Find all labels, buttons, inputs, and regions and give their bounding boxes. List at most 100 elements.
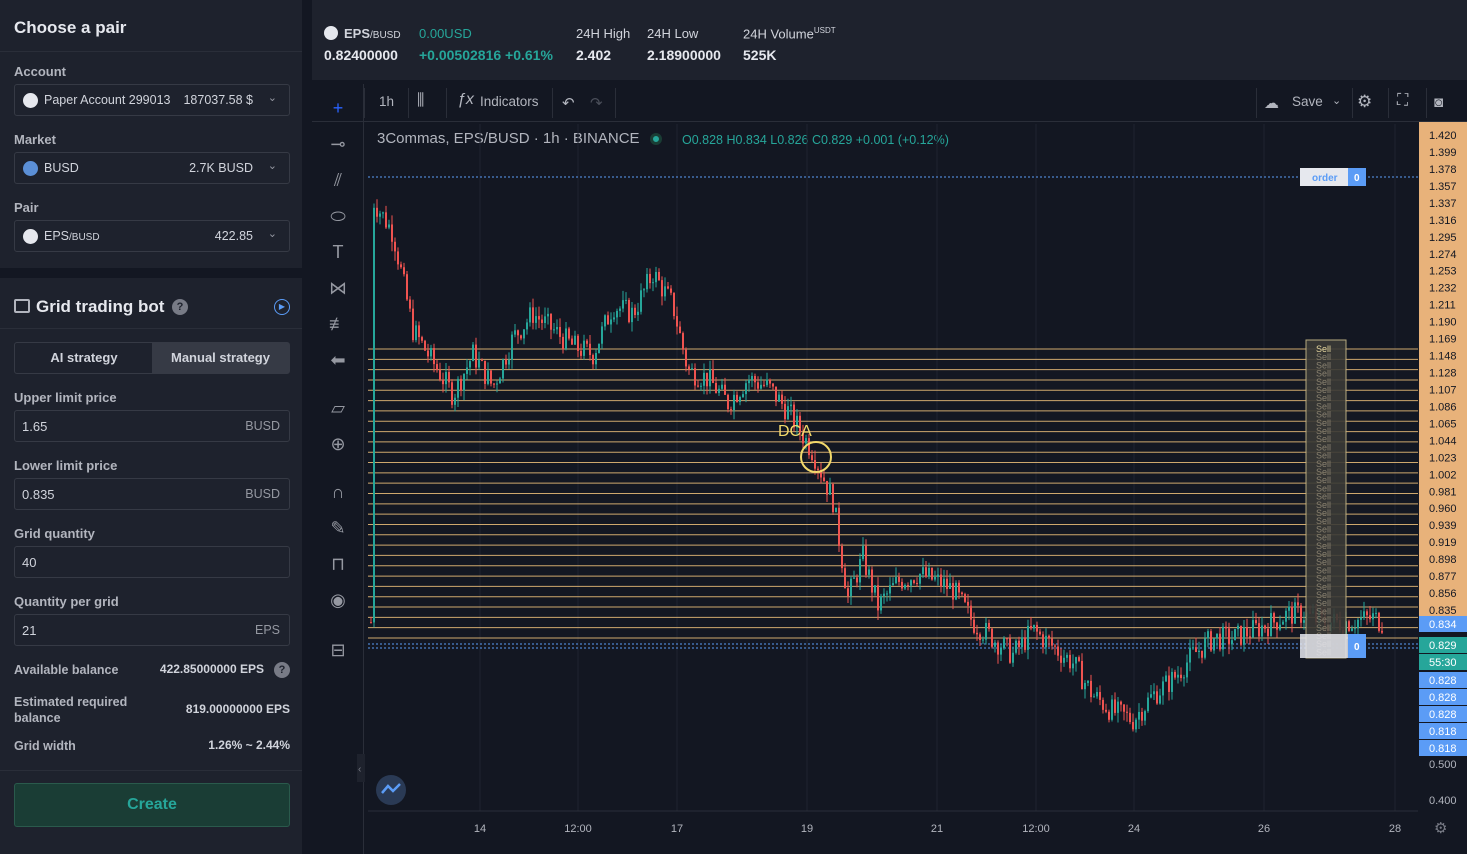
candle-body — [646, 273, 648, 290]
candle-body — [391, 224, 393, 242]
market-label: Market — [14, 132, 56, 147]
change-info: 0.00USD +0.00502816 +0.61% — [419, 26, 553, 63]
y-tick-label: 1.002 — [1429, 469, 1457, 481]
candle-body — [703, 372, 705, 386]
candle-body — [919, 574, 921, 584]
lower-limit-input[interactable]: 0.835 BUSD — [14, 478, 290, 510]
candle-body — [484, 360, 486, 384]
candle-body — [1369, 615, 1371, 620]
candle-body — [394, 241, 396, 252]
market-select[interactable]: BUSD 2.7K BUSD ⌄ — [14, 152, 290, 184]
y-tick-label: 1.378 — [1429, 164, 1457, 176]
candle-body — [616, 310, 618, 318]
candle-body — [505, 359, 507, 365]
candle-body — [856, 577, 858, 583]
grid-quantity-input[interactable]: 40 — [14, 546, 290, 578]
chevron-left-icon: ‹ — [358, 764, 361, 775]
grid-quantity-label: Grid quantity — [14, 526, 95, 541]
candle-body — [1120, 701, 1122, 705]
candle-body — [838, 507, 840, 547]
help-icon[interactable]: ? — [172, 299, 188, 315]
candle-body — [475, 344, 477, 368]
candle-body — [1030, 625, 1032, 629]
candle-body — [1099, 692, 1101, 700]
tab-ai-strategy[interactable]: AI strategy — [15, 343, 153, 373]
candle-body — [895, 577, 897, 584]
upper-limit-input[interactable]: 1.65 BUSD — [14, 410, 290, 442]
y-tick-label: 0.939 — [1429, 520, 1457, 532]
x-tick-label: 26 — [1258, 823, 1270, 835]
candle-body — [871, 569, 873, 593]
candle-body — [1291, 606, 1293, 624]
candle-body — [751, 376, 753, 380]
candle-body — [757, 382, 759, 389]
available-balance-label: Available balance — [14, 663, 119, 677]
dca-annotation: DCA — [778, 423, 812, 440]
candle-body — [1228, 628, 1230, 645]
candle-body — [634, 307, 636, 316]
candle-body — [1105, 709, 1107, 712]
candle-body — [1021, 637, 1023, 648]
candle-body — [1078, 657, 1080, 661]
candle-body — [790, 404, 792, 407]
candle-body — [415, 325, 417, 341]
candle-body — [1042, 634, 1044, 648]
play-tutorial-icon[interactable]: ▶ — [274, 299, 290, 315]
candle-body — [886, 593, 888, 595]
lower-limit-label: Lower limit price — [14, 458, 118, 473]
candle-body — [466, 367, 468, 374]
candle-body — [904, 585, 906, 589]
candle-body — [577, 335, 579, 351]
gear-icon: ⚙ — [1434, 819, 1447, 837]
bot-card: Grid trading bot ? ▶ AI strategy Manual … — [0, 278, 302, 854]
volume-unit: USDT — [813, 26, 836, 35]
candle-body — [1240, 625, 1242, 645]
help-icon[interactable]: ? — [274, 662, 290, 678]
x-tick-label: 28 — [1389, 823, 1401, 835]
candle-body — [1000, 648, 1002, 655]
candle-body — [748, 379, 750, 384]
candle-body — [613, 317, 615, 320]
candle-body — [1072, 663, 1074, 669]
candle-body — [1201, 650, 1203, 658]
candle-body — [691, 368, 693, 370]
candle-body — [550, 313, 552, 330]
chevron-down-icon: ⌄ — [267, 92, 277, 104]
candle-body — [601, 326, 603, 344]
pair-select[interactable]: EPS/BUSD 422.85 ⌄ — [14, 220, 290, 252]
lower-limit-unit: BUSD — [245, 487, 280, 501]
candle-body — [682, 333, 684, 350]
pair-quote: /BUSD — [69, 232, 100, 243]
candle-body — [523, 329, 525, 339]
candle-body — [1033, 624, 1035, 629]
x-tick-label: 19 — [801, 823, 813, 835]
candle-body — [745, 383, 747, 395]
qty-per-grid-unit: EPS — [254, 623, 280, 637]
x-tick-label: 14 — [474, 823, 486, 835]
candle-body — [823, 477, 825, 481]
candle-body — [775, 386, 777, 402]
sell-badge — [1300, 634, 1348, 658]
candle-body — [598, 343, 600, 353]
low-label: 24H Low — [647, 26, 699, 41]
x-tick-label: 12:00 — [564, 823, 592, 835]
candle-body — [955, 582, 957, 600]
qty-per-grid-input[interactable]: 21 EPS — [14, 614, 290, 646]
tab-manual-strategy[interactable]: Manual strategy — [152, 343, 289, 373]
candle-body — [469, 361, 471, 368]
candle-body — [649, 273, 651, 284]
account-select[interactable]: Paper Account 299013 187037.58 $ ⌄ — [14, 84, 290, 116]
grid-quantity-value: 40 — [22, 555, 37, 570]
candle-body — [496, 383, 498, 385]
candle-body — [1057, 646, 1059, 656]
create-button[interactable]: Create — [14, 783, 290, 827]
price-chart[interactable]: DCAorder 0SellSellSellSellSellSellSellSel… — [312, 84, 1467, 854]
price-label: 0.828 — [1429, 692, 1457, 704]
candle-body — [1039, 631, 1041, 635]
candle-body — [499, 378, 501, 384]
candle-body — [874, 585, 876, 593]
candle-body — [628, 299, 630, 323]
candle-body — [1213, 638, 1215, 651]
candle-body — [718, 388, 720, 393]
candle-body — [547, 313, 549, 317]
